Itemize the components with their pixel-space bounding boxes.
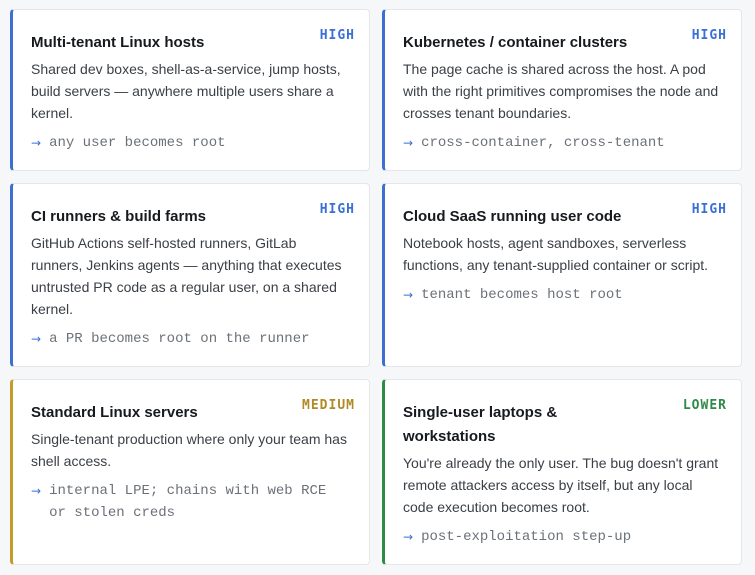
impact-text: a PR becomes root on the runner xyxy=(49,331,310,347)
card-kubernetes-container-clusters: Kubernetes / container clusters HIGH The… xyxy=(382,9,742,171)
card-description: Single-tenant production where only your… xyxy=(31,431,347,469)
card-impact: → post-exploitation step-up xyxy=(403,526,723,548)
arrow-right-icon: → xyxy=(31,332,42,346)
severity-badge: HIGH xyxy=(691,28,727,43)
card-description: Notebook hosts, agent sandboxes, serverl… xyxy=(403,235,709,273)
card-title: Single-user laptops & workstations xyxy=(403,404,558,445)
card-title: Multi-tenant Linux hosts xyxy=(31,34,205,51)
impact-text: tenant becomes host root xyxy=(421,287,623,303)
severity-badge: HIGH xyxy=(319,202,355,217)
card-impact: → internal LPE; chains with web RCE or s… xyxy=(31,480,351,524)
impact-text: cross-container, cross-tenant xyxy=(421,135,665,151)
card-description: Shared dev boxes, shell-as-a-service, ju… xyxy=(31,61,341,121)
arrow-right-icon: → xyxy=(31,136,42,150)
card-description: The page cache is shared across the host… xyxy=(403,61,719,121)
arrow-right-icon: → xyxy=(31,484,42,498)
arrow-right-icon: → xyxy=(403,136,414,150)
card-title: Kubernetes / container clusters xyxy=(403,34,628,51)
card-cloud-saas-user-code: Cloud SaaS running user code HIGH Notebo… xyxy=(382,183,742,367)
card-title: CI runners & build farms xyxy=(31,208,207,225)
card-header: Kubernetes / container clusters HIGH xyxy=(403,28,726,55)
impact-text: any user becomes root xyxy=(49,135,226,151)
card-ci-runners-build-farms: CI runners & build farms HIGH GitHub Act… xyxy=(10,183,370,367)
card-header: Multi-tenant Linux hosts HIGH xyxy=(31,28,354,55)
card-title: Standard Linux servers xyxy=(31,404,198,421)
card-header: Cloud SaaS running user code HIGH xyxy=(403,202,726,229)
card-single-user-laptops: Single-user laptops & workstations LOWER… xyxy=(382,379,742,565)
card-multi-tenant-linux-hosts: Multi-tenant Linux hosts HIGH Shared dev… xyxy=(10,9,370,171)
card-description: GitHub Actions self-hosted runners, GitL… xyxy=(31,235,342,317)
card-header: CI runners & build farms HIGH xyxy=(31,202,354,229)
severity-badge: HIGH xyxy=(319,28,355,43)
impact-text: post-exploitation step-up xyxy=(421,529,632,545)
card-impact: → cross-container, cross-tenant xyxy=(403,132,723,154)
severity-badge: HIGH xyxy=(691,202,727,217)
severity-badge: LOWER xyxy=(682,398,727,413)
card-header: Standard Linux servers MEDIUM xyxy=(31,398,354,425)
card-header: Single-user laptops & workstations LOWER xyxy=(403,398,726,449)
risk-card-grid: Multi-tenant Linux hosts HIGH Shared dev… xyxy=(0,0,755,575)
card-impact: → a PR becomes root on the runner xyxy=(31,328,351,350)
card-title: Cloud SaaS running user code xyxy=(403,208,622,225)
arrow-right-icon: → xyxy=(403,530,414,544)
card-description: You're already the only user. The bug do… xyxy=(403,455,719,515)
impact-text: internal LPE; chains with web RCE or sto… xyxy=(49,483,327,521)
card-impact: → tenant becomes host root xyxy=(403,284,723,306)
arrow-right-icon: → xyxy=(403,288,414,302)
card-impact: → any user becomes root xyxy=(31,132,351,154)
severity-badge: MEDIUM xyxy=(302,398,355,413)
card-standard-linux-servers: Standard Linux servers MEDIUM Single-ten… xyxy=(10,379,370,565)
